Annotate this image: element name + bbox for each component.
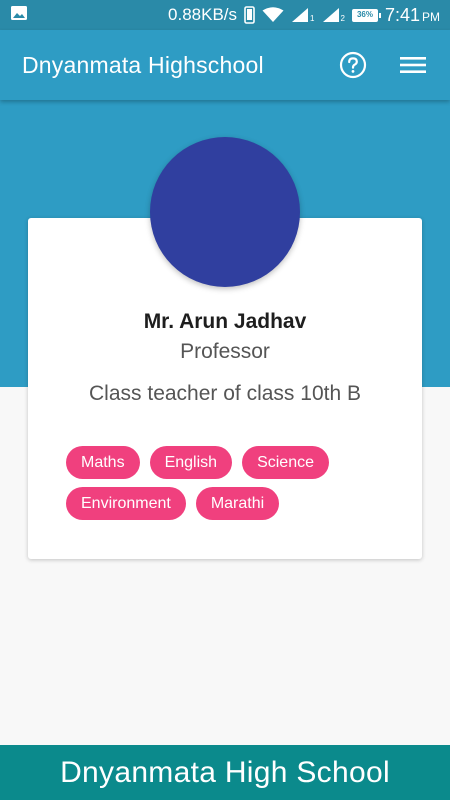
status-time: 7:41 bbox=[384, 4, 420, 25]
subject-chip-english[interactable]: English bbox=[149, 446, 233, 479]
status-ampm: PM bbox=[422, 9, 440, 24]
sim-label-2: 2 bbox=[340, 14, 345, 23]
phone-icon bbox=[244, 6, 255, 24]
signal-icon-1: 1 bbox=[291, 7, 315, 23]
subject-chip-maths[interactable]: Maths bbox=[66, 446, 140, 479]
subject-chip-science[interactable]: Science bbox=[242, 446, 329, 479]
signal-icon-2: 2 bbox=[322, 7, 345, 23]
app-title: Dnyanmata Highschool bbox=[22, 51, 264, 78]
hamburger-menu-icon[interactable] bbox=[398, 50, 428, 80]
subject-chips: Maths English Science Environment Marath… bbox=[66, 446, 386, 520]
avatar[interactable] bbox=[150, 137, 300, 287]
status-right: 0.88KB/s 1 2 36% 7:41 PM bbox=[168, 5, 440, 26]
status-clock: 7:41 PM bbox=[385, 5, 440, 26]
teacher-role: Professor bbox=[180, 340, 270, 363]
network-speed: 0.88KB/s bbox=[168, 5, 238, 24]
subject-chip-environment[interactable]: Environment bbox=[66, 487, 186, 520]
app-bar: Dnyanmata Highschool bbox=[0, 30, 450, 100]
battery-icon: 36% bbox=[351, 8, 381, 22]
subject-chip-marathi[interactable]: Marathi bbox=[195, 487, 280, 520]
status-bar: 0.88KB/s 1 2 36% 7:41 PM bbox=[0, 0, 450, 30]
help-circle-icon[interactable] bbox=[338, 50, 368, 80]
status-left bbox=[10, 5, 28, 26]
sim-label-1: 1 bbox=[310, 14, 315, 23]
footer-banner: Dnyanmata High School bbox=[0, 745, 450, 800]
wifi-icon bbox=[262, 7, 284, 23]
app-actions bbox=[338, 50, 428, 80]
app-screen: 0.88KB/s 1 2 36% 7:41 PM Dnyanmata Highs… bbox=[0, 0, 450, 800]
teacher-description: Class teacher of class 10th B bbox=[89, 382, 361, 405]
teacher-name: Mr. Arun Jadhav bbox=[143, 310, 307, 333]
image-icon bbox=[10, 5, 28, 26]
